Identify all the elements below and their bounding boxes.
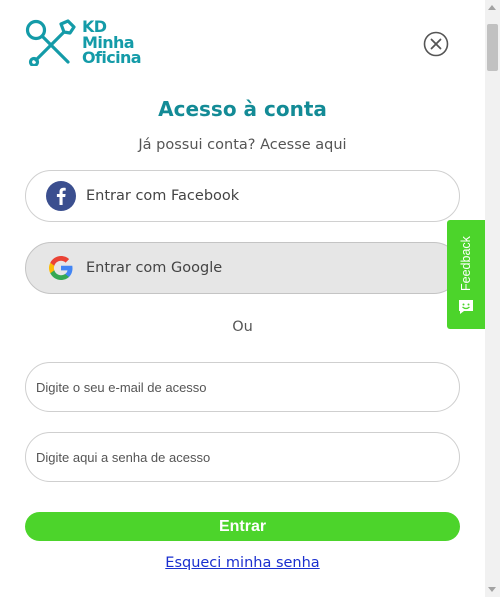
email-field[interactable] [25,362,460,412]
modal-subtitle: Já possui conta? Acesse aqui [138,137,347,153]
feedback-tab[interactable]: Feedback [447,220,485,329]
or-divider: Ou [232,319,253,335]
facebook-login-button[interactable]: Entrar com Facebook [25,170,460,222]
facebook-login-label: Entrar com Facebook [86,188,240,204]
scrollbar-thumb[interactable] [487,24,498,71]
forgot-password-link[interactable]: Esqueci minha senha [165,555,319,571]
google-login-button[interactable]: Entrar com Google [25,242,460,294]
close-button[interactable] [423,31,449,57]
crossed-tools-icon [25,19,76,66]
password-field[interactable] [25,432,460,482]
forgot-password-container: Esqueci minha senha [0,552,485,571]
facebook-icon [46,181,76,211]
feedback-label: Feedback [459,236,473,292]
chat-smile-icon [459,300,473,314]
brand-name: KD Minha Oficina [82,19,142,67]
close-circle-icon [423,31,449,57]
brand-logo[interactable]: KD Minha Oficina [24,18,142,67]
vertical-scrollbar[interactable] [485,0,500,597]
modal-title: Acesso à conta [158,97,327,121]
scroll-down-arrow-icon[interactable] [488,587,496,592]
login-submit-button[interactable]: Entrar [25,512,460,541]
google-login-label: Entrar com Google [86,260,223,276]
login-modal: KD Minha Oficina Acesso à conta Já possu… [0,0,485,597]
brand-line-3: Oficina [82,48,142,67]
google-icon [46,253,76,283]
scroll-up-arrow-icon[interactable] [488,5,496,10]
